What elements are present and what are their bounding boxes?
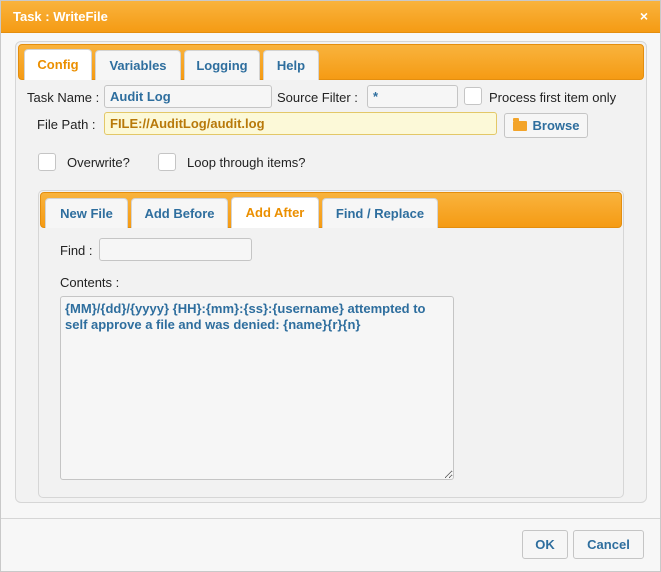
writefile-dialog: Task : WriteFile × Config Variables Logg… [0,0,661,572]
subtab-find-replace[interactable]: Find / Replace [322,198,438,228]
title-bar[interactable]: Task : WriteFile × [1,1,660,33]
dialog-title: Task : WriteFile [13,9,108,24]
subtab-add-after[interactable]: Add After [231,197,319,228]
overwrite-checkbox[interactable] [38,153,56,171]
source-filter-label: Source Filter : [277,90,358,105]
overwrite-label: Overwrite? [67,155,130,170]
source-filter-input[interactable] [367,85,458,108]
sub-tab-bar: New File Add Before Add After Find / Rep… [40,192,622,228]
process-first-label: Process first item only [489,90,617,105]
task-name-label: Task Name : [27,90,100,105]
process-first-checkbox[interactable] [464,87,482,105]
close-icon[interactable]: × [640,8,648,24]
footer-divider [1,518,660,519]
file-path-input[interactable] [104,112,497,135]
loop-items-label: Loop through items? [187,155,306,170]
contents-label: Contents : [60,275,120,290]
ok-button[interactable]: OK [522,530,568,559]
subtab-add-before[interactable]: Add Before [131,198,228,228]
loop-items-checkbox[interactable] [158,153,176,171]
find-label: Find : [60,243,93,258]
main-tab-bar: Config Variables Logging Help [18,44,644,80]
tab-logging[interactable]: Logging [184,50,260,80]
tab-variables[interactable]: Variables [95,50,181,80]
content-options-panel: New File Add Before Add After Find / Rep… [38,190,624,498]
browse-button[interactable]: Browse [504,113,588,138]
tab-help[interactable]: Help [263,50,319,80]
folder-icon [512,118,527,131]
contents-textarea[interactable]: {MM}/{dd}/{yyyy} {HH}:{mm}:{ss}:{usernam… [60,296,454,480]
config-panel: Config Variables Logging Help Task Name … [15,41,647,503]
cancel-button[interactable]: Cancel [573,530,644,559]
find-input[interactable] [99,238,252,261]
browse-label: Browse [532,118,580,133]
task-name-input[interactable] [104,85,272,108]
subtab-new-file[interactable]: New File [45,198,128,228]
file-path-label: File Path : [37,117,96,132]
tab-config[interactable]: Config [24,49,92,80]
